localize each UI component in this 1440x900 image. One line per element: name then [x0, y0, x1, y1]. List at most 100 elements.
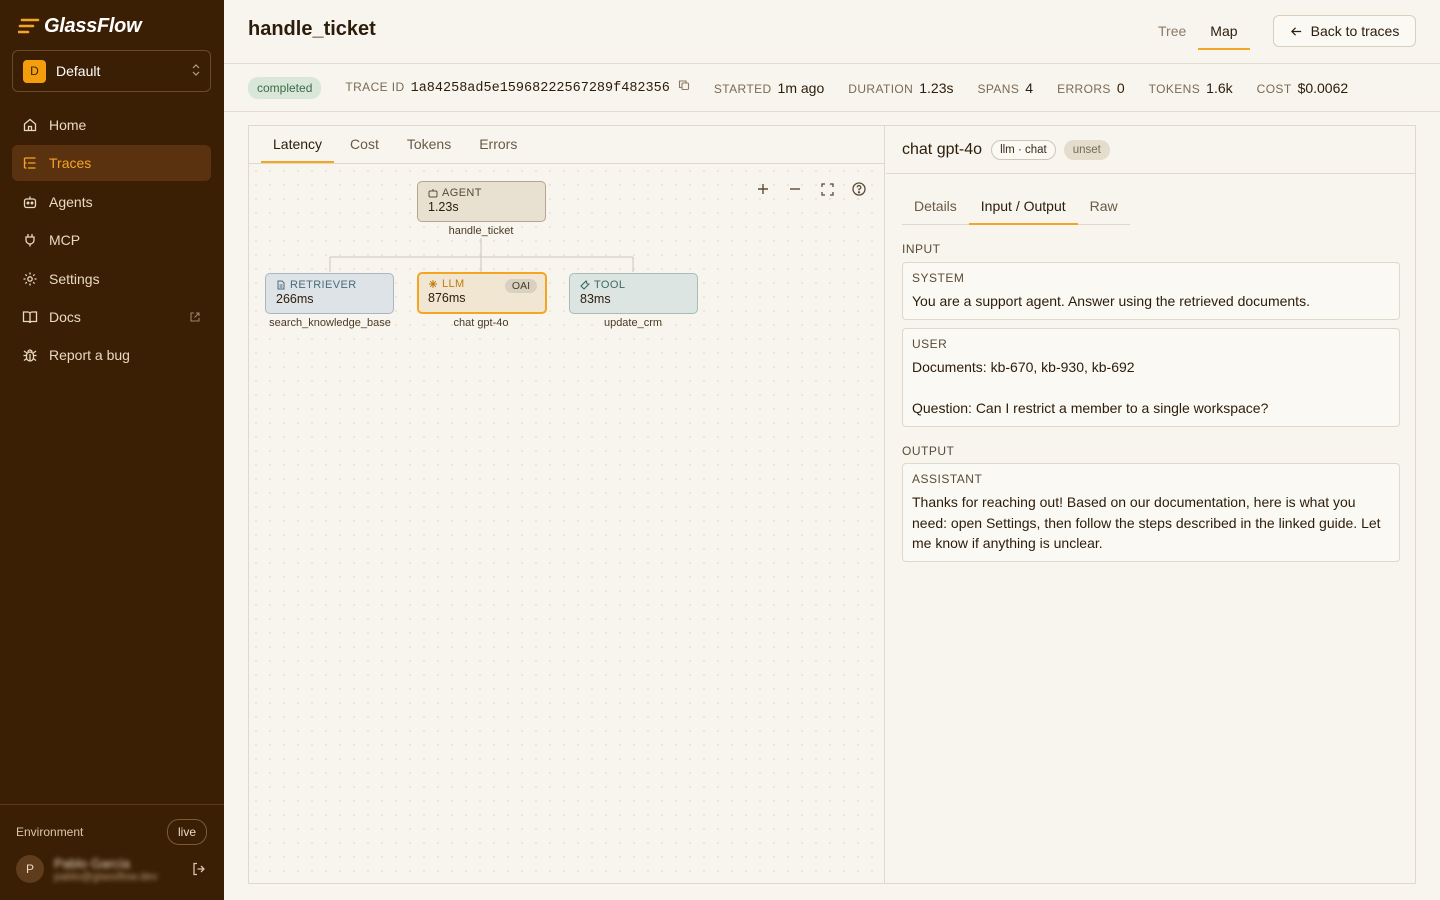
detail-tabs: Details Input / Output Raw — [902, 188, 1130, 225]
fit-view-icon[interactable] — [818, 180, 836, 198]
message-text: You are a support agent. Answer using th… — [912, 293, 1310, 309]
sidebar-item-agents[interactable]: Agents — [12, 184, 211, 220]
errors-label: ERRORS — [1057, 81, 1111, 96]
sidebar-item-home[interactable]: Home — [12, 107, 211, 143]
tab-tokens[interactable]: Tokens — [395, 126, 463, 163]
node-duration: 83ms — [580, 292, 611, 306]
assistant-message: ASSISTANT Thanks for reaching out! Based… — [902, 463, 1400, 562]
duration: DURATION 1.23s — [848, 80, 953, 96]
sidebar-item-settings[interactable]: Settings — [12, 261, 211, 297]
environment-row: Environment live — [16, 819, 207, 845]
trace-id-value: 1a84258ad5e15968222567289f482356 — [410, 81, 670, 96]
tab-raw[interactable]: Raw — [1078, 188, 1130, 225]
node-duration: 876ms — [428, 291, 466, 305]
zoom-out-icon[interactable] — [786, 180, 804, 198]
map-canvas[interactable]: AGENT 1.23s handle_ticket RETRIEVER 266m… — [249, 164, 884, 883]
tab-latency[interactable]: Latency — [261, 126, 335, 163]
workspace-name: Default — [56, 63, 101, 79]
node-type-row: TOOL — [580, 279, 687, 291]
wrench-icon — [580, 280, 590, 290]
avatar: P — [16, 855, 44, 883]
sidebar-item-label: Agents — [49, 193, 93, 210]
workspace-selector[interactable]: D Default — [12, 50, 211, 92]
arrow-left-icon — [1290, 26, 1301, 36]
map-node-llm[interactable]: LLM 876ms OAI — [417, 272, 547, 314]
back-to-traces-button[interactable]: Back to traces — [1273, 15, 1416, 47]
sidebar-item-label: Home — [49, 117, 87, 133]
workspace-avatar: D — [23, 59, 46, 83]
started-label: STARTED — [713, 81, 772, 96]
span-kind-badge: llm · chat — [991, 139, 1056, 160]
user-name: Pablo García — [54, 855, 130, 871]
sidebar-item-label: MCP — [49, 232, 81, 249]
environment-label: Environment — [16, 825, 84, 839]
sparkle-icon — [429, 280, 437, 288]
sidebar-item-report-bug[interactable]: Report a bug — [12, 337, 211, 373]
plug-icon — [22, 232, 38, 248]
cost: COST $0.0062 — [1257, 80, 1349, 96]
message-role: ASSISTANT — [912, 472, 983, 486]
node-type: RETRIEVER — [290, 279, 357, 291]
page-title: handle_ticket — [248, 18, 376, 40]
node-label: search_knowledge_base — [269, 317, 391, 329]
span-detail-header: chat gpt-4o llm · chat unset — [886, 126, 1415, 174]
tab-input-output[interactable]: Input / Output — [968, 188, 1078, 225]
chevron-up-down-icon — [192, 64, 200, 78]
node-type-row: AGENT — [428, 187, 535, 199]
tab-cost[interactable]: Cost — [338, 126, 391, 163]
node-label: handle_ticket — [448, 225, 514, 237]
spans-value: 4 — [1025, 79, 1034, 96]
sidebar-item-docs[interactable]: Docs — [12, 299, 211, 335]
sidebar-item-label: Docs — [49, 308, 81, 325]
errors: ERRORS 0 — [1057, 80, 1125, 96]
app-logo[interactable]: GlassFlow — [18, 14, 142, 38]
main-content: handle_ticket Tree Map Back to traces co… — [224, 0, 1440, 900]
logout-icon[interactable] — [191, 861, 207, 877]
list-icon — [22, 155, 38, 171]
tab-errors[interactable]: Errors — [467, 126, 529, 163]
system-message: SYSTEM You are a support agent. Answer u… — [902, 262, 1400, 320]
node-duration: 1.23s — [428, 200, 459, 214]
sidebar-item-label: Settings — [49, 270, 100, 287]
user-menu[interactable]: P Pablo García pablo@glassflow.dev — [16, 855, 207, 883]
copy-icon[interactable] — [678, 79, 690, 91]
user-message: USER Documents: kb-670, kb-930, kb-692 Q… — [902, 328, 1400, 427]
spans: SPANS 4 — [977, 80, 1033, 96]
map-node-retriever[interactable]: RETRIEVER 266ms — [265, 273, 394, 314]
message-role: USER — [912, 337, 948, 351]
map-controls — [754, 180, 868, 198]
zoom-in-icon[interactable] — [754, 180, 772, 198]
started: STARTED 1m ago — [714, 80, 824, 96]
sidebar-item-label: Traces — [49, 155, 92, 172]
sidebar-item-traces[interactable]: Traces — [12, 145, 211, 182]
provider-badge: OAI — [504, 279, 537, 293]
node-type: AGENT — [442, 187, 482, 199]
span-title: chat gpt-4o — [902, 140, 983, 158]
help-icon[interactable] — [850, 180, 868, 198]
span-status-badge: unset — [1063, 139, 1110, 160]
map-node-tool[interactable]: TOOL 83ms — [569, 273, 698, 314]
tab-map[interactable]: Map — [1198, 14, 1250, 50]
gear-icon — [22, 271, 38, 287]
bot-icon — [22, 194, 38, 210]
user-info: Pablo García pablo@glassflow.dev — [54, 856, 181, 883]
tab-details[interactable]: Details — [902, 188, 969, 225]
cost-label: COST — [1256, 81, 1292, 96]
duration-value: 1.23s — [919, 79, 954, 96]
cost-value: $0.0062 — [1297, 79, 1349, 96]
bug-icon — [22, 347, 38, 363]
node-type: TOOL — [594, 279, 626, 291]
errors-value: 0 — [1116, 79, 1125, 96]
trace-id: TRACE ID 1a84258ad5e15968222567289f48235… — [345, 79, 689, 96]
environment-badge[interactable]: live — [166, 819, 207, 845]
sidebar-nav: Home Traces Agents MCP Settings Docs Rep… — [12, 107, 211, 376]
spans-label: SPANS — [977, 81, 1020, 96]
sidebar-item-mcp[interactable]: MCP — [12, 222, 211, 258]
map-node-agent[interactable]: AGENT 1.23s — [417, 181, 546, 222]
external-link-icon — [190, 312, 200, 322]
metric-tabs: Latency Cost Tokens Errors — [249, 126, 884, 164]
sidebar-item-label: Report a bug — [49, 347, 130, 364]
span-detail-pane: chat gpt-4o llm · chat unset Details Inp… — [886, 126, 1415, 883]
tab-tree[interactable]: Tree — [1146, 14, 1198, 50]
tokens: TOKENS 1.6k — [1149, 80, 1233, 96]
